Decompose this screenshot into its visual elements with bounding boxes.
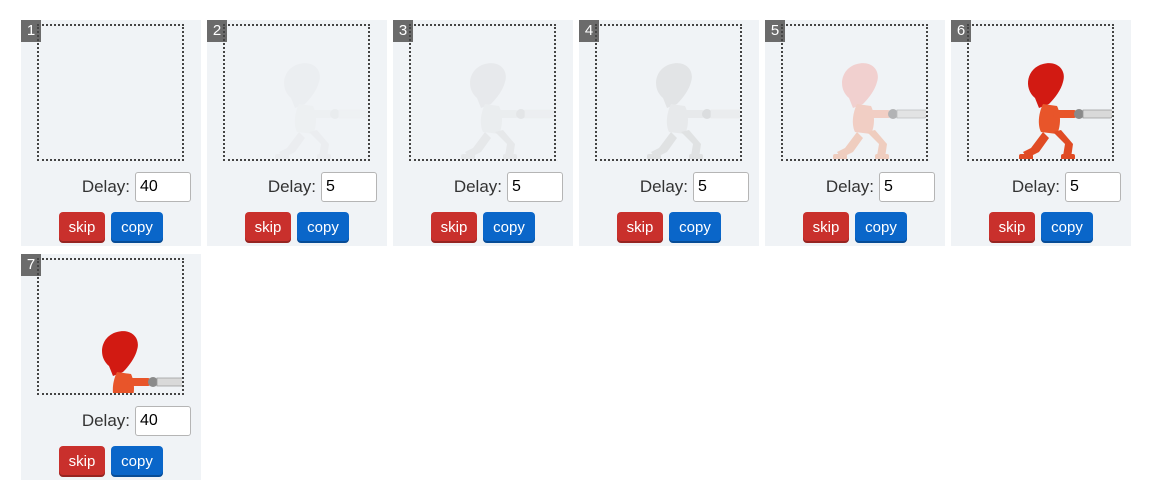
delay-row: Delay:: [1012, 172, 1121, 202]
frame-actions: skip copy: [245, 212, 349, 243]
delay-input[interactable]: [693, 172, 749, 202]
delay-row: Delay:: [454, 172, 563, 202]
frame-preview[interactable]: [781, 24, 928, 161]
copy-button[interactable]: copy: [669, 212, 721, 243]
delay-input[interactable]: [135, 172, 191, 202]
copy-button[interactable]: copy: [483, 212, 535, 243]
copy-button[interactable]: copy: [297, 212, 349, 243]
skip-button[interactable]: skip: [989, 212, 1035, 243]
delay-input[interactable]: [135, 406, 191, 436]
frame-preview[interactable]: [37, 24, 184, 161]
frame-card: 1 Delay: skip c: [21, 20, 201, 246]
frame-actions: skip copy: [59, 212, 163, 243]
delay-row: Delay:: [826, 172, 935, 202]
skip-button[interactable]: skip: [803, 212, 849, 243]
delay-input[interactable]: [507, 172, 563, 202]
delay-input[interactable]: [1065, 172, 1121, 202]
delay-label: Delay:: [81, 411, 130, 430]
skip-button[interactable]: skip: [245, 212, 291, 243]
copy-button[interactable]: copy: [855, 212, 907, 243]
frame-card: 6 Delay: skip c: [951, 20, 1131, 246]
frame-preview[interactable]: [37, 258, 184, 395]
frame-actions: skip copy: [59, 446, 163, 477]
frame-card: 3 Delay: skip c: [393, 20, 573, 246]
copy-button[interactable]: copy: [111, 446, 163, 477]
skip-button[interactable]: skip: [617, 212, 663, 243]
delay-input[interactable]: [321, 172, 377, 202]
frame-card: 7 Delay: skip c: [21, 254, 201, 480]
delay-label: Delay:: [453, 177, 502, 196]
frame-preview[interactable]: [595, 24, 742, 161]
frame-actions: skip copy: [431, 212, 535, 243]
delay-input[interactable]: [879, 172, 935, 202]
frame-card: 5 Delay: skip c: [765, 20, 945, 246]
frame-actions: skip copy: [617, 212, 721, 243]
delay-row: Delay:: [640, 172, 749, 202]
delay-label: Delay:: [639, 177, 688, 196]
frame-card: 4 Delay: skip c: [579, 20, 759, 246]
delay-row: Delay:: [82, 172, 191, 202]
delay-label: Delay:: [1011, 177, 1060, 196]
frame-preview[interactable]: [409, 24, 556, 161]
skip-button[interactable]: skip: [59, 212, 105, 243]
delay-label: Delay:: [267, 177, 316, 196]
delay-row: Delay:: [268, 172, 377, 202]
frame-preview[interactable]: [223, 24, 370, 161]
frame-preview[interactable]: [967, 24, 1114, 161]
frame-actions: skip copy: [803, 212, 907, 243]
delay-label: Delay:: [81, 177, 130, 196]
skip-button[interactable]: skip: [59, 446, 105, 477]
skip-button[interactable]: skip: [431, 212, 477, 243]
frame-card: 2 Delay: skip c: [207, 20, 387, 246]
delay-row: Delay:: [82, 406, 191, 436]
delay-label: Delay:: [825, 177, 874, 196]
copy-button[interactable]: copy: [1041, 212, 1093, 243]
copy-button[interactable]: copy: [111, 212, 163, 243]
frame-actions: skip copy: [989, 212, 1093, 243]
